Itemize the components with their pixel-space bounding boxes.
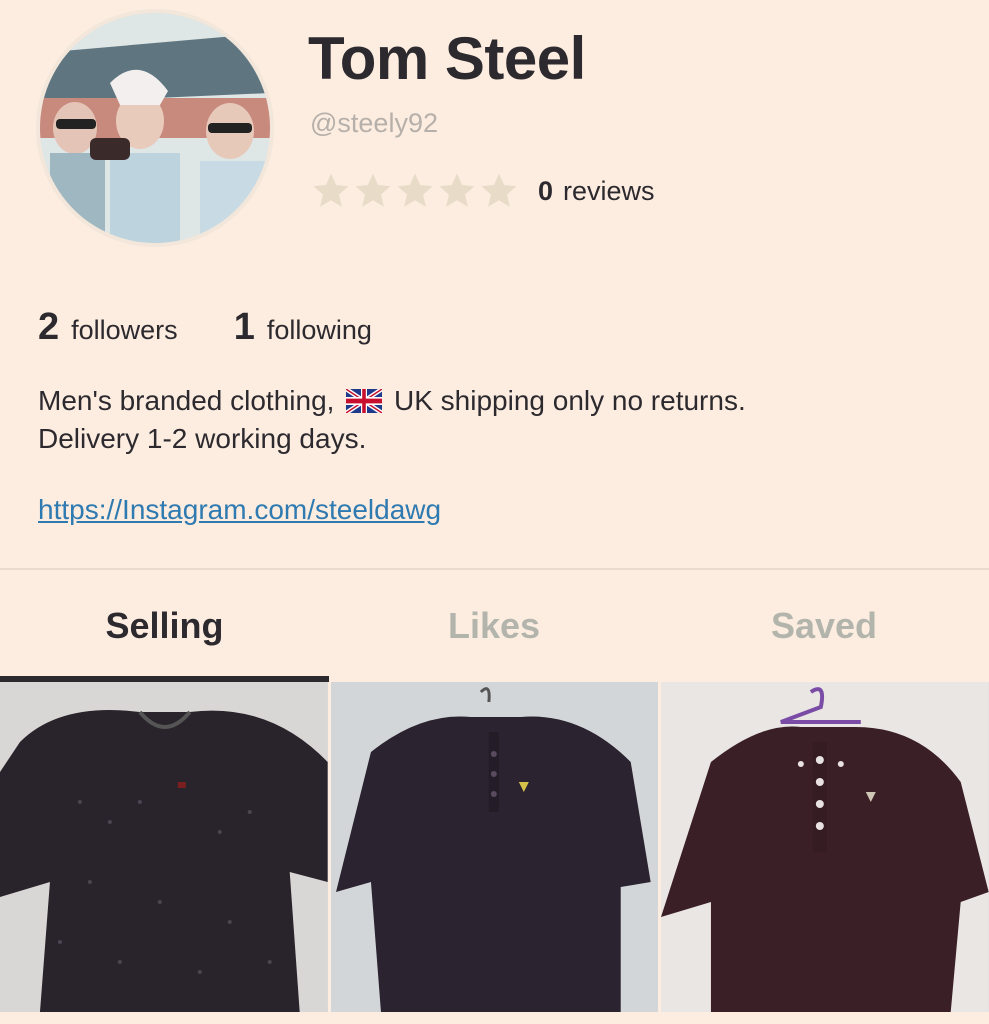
- rating-stars: [310, 170, 520, 212]
- reviews-link[interactable]: 0 reviews: [538, 176, 655, 207]
- star-icon: [352, 170, 394, 212]
- following-count: 1: [233, 306, 255, 348]
- tab-selling[interactable]: Selling: [0, 570, 329, 682]
- followers-link[interactable]: 2 followers: [38, 306, 178, 349]
- reviews-count: 0: [538, 175, 554, 206]
- listing-tile[interactable]: [330, 682, 659, 1012]
- star-icon: [478, 170, 520, 212]
- profile-tabs: Selling Likes Saved: [0, 570, 989, 682]
- following-label: following: [266, 315, 372, 345]
- profile-avatar[interactable]: [40, 13, 270, 243]
- star-icon: [436, 170, 478, 212]
- listings-grid: [0, 682, 989, 1024]
- listing-tile[interactable]: [661, 682, 989, 1012]
- listing-photo: [330, 682, 659, 1012]
- followers-count: 2: [38, 306, 60, 348]
- star-icon: [310, 170, 352, 212]
- tab-saved[interactable]: Saved: [659, 570, 989, 682]
- following-link[interactable]: 1 following: [234, 306, 372, 349]
- profile-handle: @steely92: [310, 108, 438, 138]
- profile-name: Tom Steel: [308, 25, 586, 92]
- star-icon: [394, 170, 436, 212]
- profile-bio: Men's branded clothing, UK shipping only…: [38, 382, 983, 458]
- bio-text-start: Men's branded clothing,: [38, 385, 335, 416]
- instagram-link[interactable]: https://Instagram.com/steeldawg: [38, 494, 441, 526]
- bio-text-end: UK shipping only no returns.: [393, 385, 746, 416]
- listing-photo: [0, 682, 328, 1012]
- uk-flag-icon: [345, 385, 384, 416]
- reviews-label: reviews: [563, 175, 655, 206]
- bio-delivery: Delivery 1-2 working days.: [38, 423, 367, 454]
- tab-likes[interactable]: Likes: [329, 570, 659, 682]
- listing-tile[interactable]: [0, 682, 328, 1012]
- rating-row[interactable]: 0 reviews: [310, 166, 655, 216]
- followers-label: followers: [71, 315, 178, 345]
- avatar-photo: [40, 13, 270, 243]
- follow-stats: 2 followers 1 following: [38, 306, 428, 349]
- listing-photo: [661, 682, 989, 1012]
